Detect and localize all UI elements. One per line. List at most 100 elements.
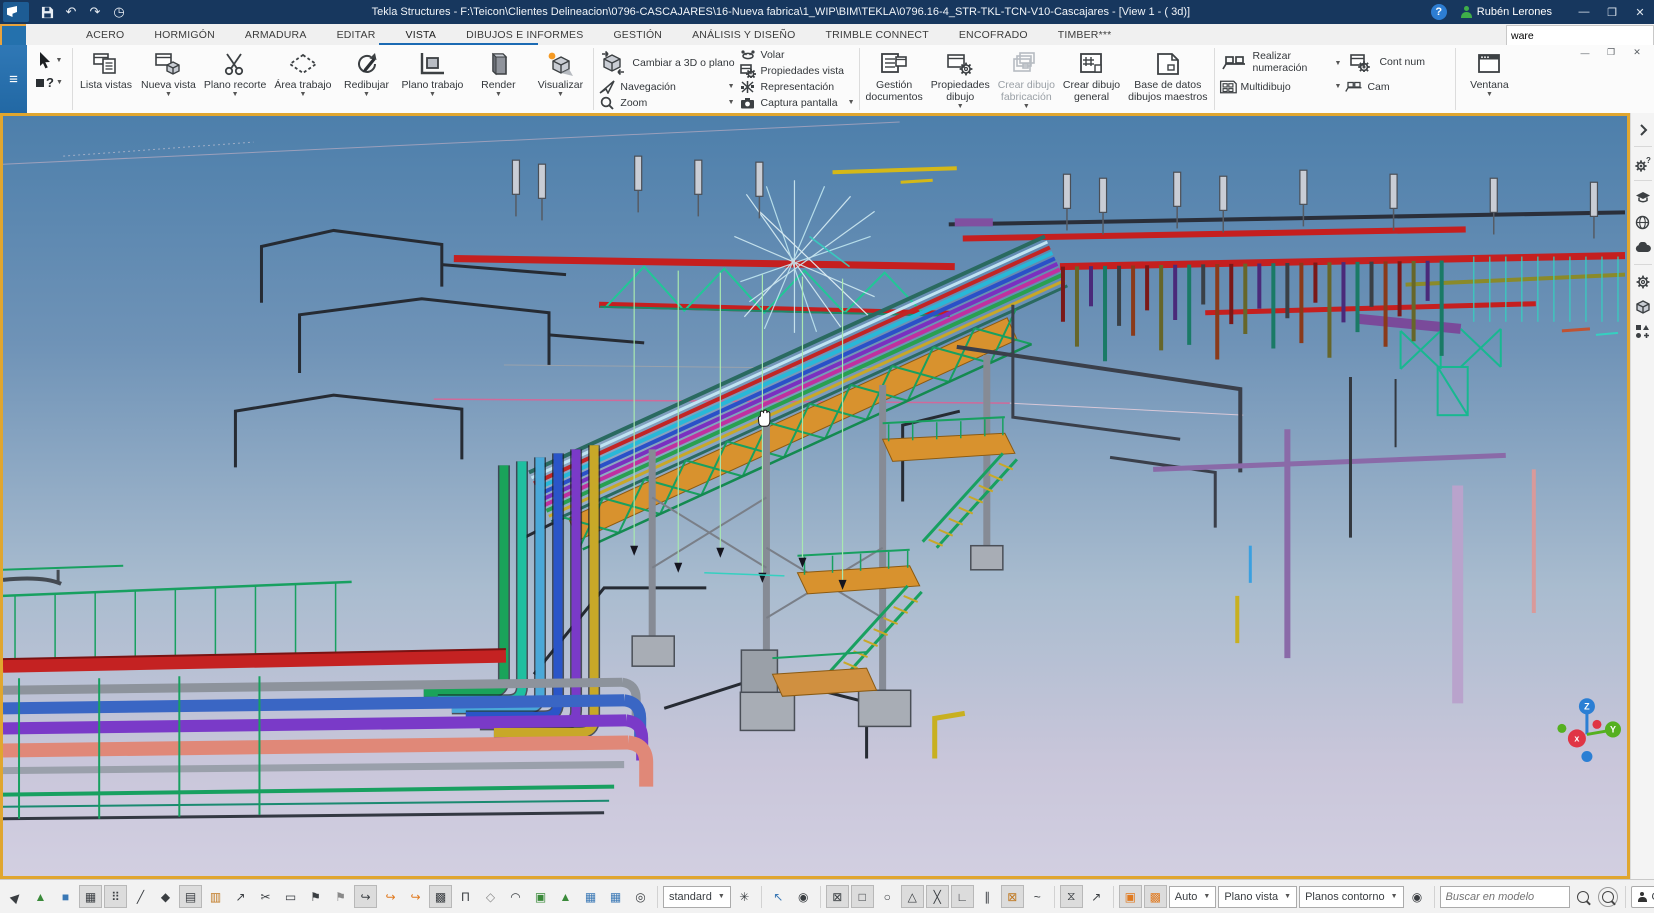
snap-grid-a-icon[interactable]: ▦ [579,885,602,908]
restore-button[interactable]: ❐ [1598,0,1626,24]
select-components-icon[interactable]: ■ [54,885,77,908]
representacion-button[interactable]: Representación [739,80,855,95]
select-welded-parts-icon[interactable]: ↪ [404,885,427,908]
snap-circle-icon[interactable]: ○ [876,885,899,908]
navegacion-button[interactable]: Navegación▼ [598,79,734,94]
select-components-objects-icon[interactable]: ↪ [354,885,377,908]
snap-extension-icon[interactable]: ⊠ [1001,885,1024,908]
snap-perpendicular-icon[interactable]: ∟ [951,885,974,908]
select-parts-icon[interactable]: ▲ [29,885,52,908]
tab-encofrado[interactable]: ENCOFRADO [944,24,1043,45]
tab-dibujos-e-informes[interactable]: DIBUJOS E INFORMES [451,24,598,45]
drawing-visibility-icon[interactable]: ◉ [1406,885,1429,908]
save-icon[interactable] [35,2,59,22]
plano-trabajo-button[interactable]: Plano trabajo▼ [398,47,468,111]
propiedades-vista-button[interactable]: Propiedades vista [739,64,855,79]
education-icon[interactable] [1633,187,1653,208]
view-minimize-button[interactable]: — [1572,46,1598,59]
select-lines-icon[interactable]: ╱ [129,885,152,908]
control-numeracion-button[interactable]: Cont num [1345,48,1451,78]
select-rebar-icon[interactable]: ▩ [429,885,452,908]
select-cuts-icon[interactable]: ✂ [254,885,277,908]
snap-grid-b-icon[interactable]: ▦ [604,885,627,908]
snap-intersections-icon[interactable]: ╳ [926,885,949,908]
model-cube-icon[interactable] [1633,296,1653,317]
planos-contorno-select[interactable]: Planos contorno▼ [1299,886,1403,908]
tab-gesti-n[interactable]: GESTIÓN [598,24,677,45]
snap-settings-icon[interactable]: ✳ [733,885,756,908]
model-search-box[interactable] [1440,886,1570,908]
collapse-panel-icon[interactable] [1633,119,1653,140]
help-icon[interactable]: ? [1431,4,1447,20]
undo-icon[interactable]: ↶ [59,2,83,22]
search-icon[interactable] [1572,885,1595,908]
globe-icon[interactable] [1633,212,1653,233]
clear-search-icon[interactable]: ✕ [1650,29,1654,42]
visualizar-button[interactable]: Visualizar▼ [529,47,591,111]
view-close-button[interactable]: ✕ [1624,46,1650,59]
select-grid-lines-icon[interactable]: ⚑ [304,885,327,908]
select-marks-icon[interactable]: ⚑ [329,885,352,908]
tab-editar[interactable]: EDITAR [322,24,391,45]
menu-hamburger-button[interactable]: ≡ [0,45,27,113]
tab-armadura[interactable]: ARMADURA [230,24,322,45]
redo-icon[interactable]: ↷ [83,2,107,22]
context-help-button[interactable]: ?▼ [36,75,63,90]
select-all-icon[interactable]: ▦ [79,885,102,908]
numbering-up-to-date-icon[interactable]: ▣ [1119,885,1142,908]
close-button[interactable]: ✕ [1626,0,1654,24]
select-points-icon[interactable]: ⠿ [104,885,127,908]
search-options-icon[interactable] [1597,885,1620,908]
snap-free-icon[interactable]: ~ [1026,885,1049,908]
tab-timber-[interactable]: TIMBER*** [1043,24,1127,45]
select-cursor-icon[interactable]: ▶ [4,885,27,908]
tab-acero[interactable]: ACERO [71,24,139,45]
select-planes-icon[interactable]: ◇ [479,885,502,908]
select-assemblies-icon[interactable]: ↪ [379,885,402,908]
snap-parallel-icon[interactable]: ∥ [976,885,999,908]
snap-zoom-icon[interactable]: ◎ [629,885,652,908]
snap-geometry-icon[interactable]: □ [851,885,874,908]
select-surfaces-icon[interactable]: ▤ [179,885,202,908]
snap-waiting-icon[interactable]: ⧖ [1060,885,1083,908]
model-viewport[interactable]: Z Y x [0,113,1630,879]
snap-direction-icon[interactable]: ↗ [1085,885,1108,908]
cambiar-3d-plano-button[interactable]: Cambiar a 3D o plano [598,48,734,78]
zoom-button[interactable]: Zoom▼ [598,95,734,110]
gear-question-icon[interactable]: ? [1633,153,1653,174]
render-button[interactable]: Render▼ [467,47,529,111]
snap-points-icon[interactable]: ▣ [529,885,552,908]
tab-vista[interactable]: VISTA [391,24,452,45]
multidibujo-button[interactable]: Multidibujo▼ [1219,79,1342,94]
command-search-input[interactable] [1507,30,1650,42]
gestion-documentos-button[interactable]: Gestión documentos [862,47,927,111]
redibujar-button[interactable]: Redibujar▼ [336,47,398,111]
visibility-icon[interactable]: ◉ [792,885,815,908]
tekla-logo-icon[interactable] [3,2,29,22]
model-search-input[interactable] [1441,891,1569,903]
tab-trimble-connect[interactable]: TRIMBLE CONNECT [810,24,943,45]
snap-reference-points-icon[interactable]: ⊠ [826,885,849,908]
lista-vistas-button[interactable]: Lista vistas [75,47,137,111]
plano-recorte-button[interactable]: Plano recorte▼ [200,47,270,111]
origin-select[interactable]: Origen de modelo▼ [1631,886,1654,908]
snap-midpoints-icon[interactable]: △ [901,885,924,908]
propiedades-dibujo-button[interactable]: Propiedades dibujo▼ [927,47,994,111]
snap-parts-icon[interactable]: ▲ [554,885,577,908]
selection-profile-select[interactable]: standard▼ [663,886,731,908]
numbering-modified-icon[interactable]: ▩ [1144,885,1167,908]
area-trabajo-button[interactable]: Área trabajo▼ [270,47,335,111]
nueva-vista-button[interactable]: Nueva vista▼ [137,47,200,111]
user-chip[interactable]: Rubén Lerones [1461,6,1552,18]
plano-vista-select[interactable]: Plano vista▼ [1218,886,1297,908]
phase-auto-select[interactable]: Auto▼ [1169,886,1217,908]
select-reference-models-icon[interactable]: ↗ [229,885,252,908]
volar-button[interactable]: Volar [739,48,855,63]
smart-select-icon[interactable]: ↖ [767,885,790,908]
view-restore-button[interactable]: ❐ [1598,46,1624,59]
tab-hormig-n[interactable]: HORMIGÓN [139,24,230,45]
file-menu-button[interactable] [0,24,26,45]
component-catalog-icon[interactable] [1633,321,1653,342]
select-bolts-icon[interactable]: ◠ [504,885,527,908]
tab-an-lisis-y-dise-o[interactable]: ANÁLISIS Y DISEÑO [677,24,810,45]
